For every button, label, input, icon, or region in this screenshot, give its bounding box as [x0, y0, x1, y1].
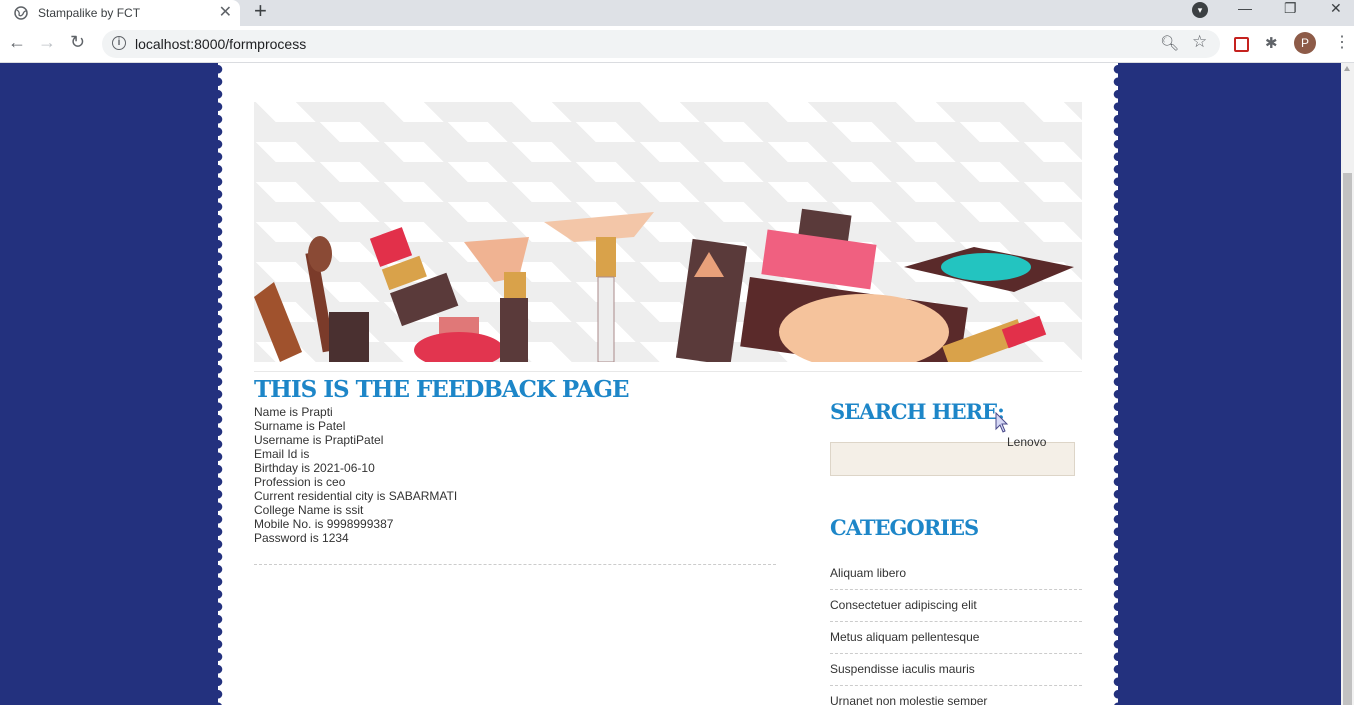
- scroll-up-arrow-icon[interactable]: [1344, 66, 1350, 71]
- mouse-cursor-icon: [995, 412, 1009, 433]
- address-bar[interactable]: i localhost:8000/formprocess 🔍︎ ☆: [102, 30, 1220, 58]
- new-tab-button[interactable]: +: [254, 0, 267, 24]
- banner-divider: [254, 371, 1082, 372]
- minimize-button[interactable]: —: [1238, 0, 1252, 16]
- tab-title: Stampalike by FCT: [38, 6, 141, 20]
- feedback-line: Current residential city is SABARMATI: [254, 489, 458, 503]
- category-link[interactable]: Urnanet non molestie semper: [830, 686, 1082, 705]
- feedback-details: Name is Prapti Surname is Patel Username…: [254, 405, 457, 545]
- forward-arrow-icon[interactable]: →: [38, 32, 56, 53]
- stamp-page-container: THIS IS THE FEEDBACK PAGE Name is Prapti…: [213, 63, 1123, 705]
- feedback-line: Birthday is 2021-06-10: [254, 461, 375, 475]
- puzzle-extensions-icon[interactable]: ✱: [1265, 34, 1278, 52]
- profile-avatar[interactable]: P: [1294, 32, 1316, 54]
- category-link[interactable]: Consectetuer adipiscing elit: [830, 590, 1082, 622]
- feedback-line: Mobile No. is 9998999387: [254, 517, 394, 531]
- info-icon[interactable]: i: [112, 36, 126, 50]
- bookmark-star-icon[interactable]: ☆: [1192, 32, 1207, 52]
- category-link[interactable]: Metus aliquam pellentesque: [830, 622, 1082, 654]
- zoom-icon[interactable]: 🔍︎: [1160, 34, 1179, 52]
- globe-icon: [14, 6, 28, 20]
- category-link[interactable]: Aliquam libero: [830, 558, 1082, 590]
- stamp-perforation-right: [1113, 63, 1123, 705]
- feedback-line: Password is 1234: [254, 531, 349, 545]
- category-link[interactable]: Suspendisse iaculis mauris: [830, 654, 1082, 686]
- page-title: THIS IS THE FEEDBACK PAGE: [254, 376, 630, 403]
- browser-toolbar: ← → ↻ i localhost:8000/formprocess 🔍︎ ☆ …: [0, 26, 1354, 63]
- content-divider: [254, 564, 776, 565]
- feedback-line: Username is PraptiPatel: [254, 433, 384, 447]
- extension-icon[interactable]: [1234, 37, 1249, 52]
- feedback-line: Profession is ceo: [254, 475, 346, 489]
- feedback-line: Email Id is: [254, 447, 310, 461]
- close-tab-icon[interactable]: ✕: [219, 2, 232, 22]
- scrollbar-thumb[interactable]: [1343, 173, 1352, 705]
- browser-tab[interactable]: Stampalike by FCT ✕: [0, 0, 240, 26]
- more-menu-icon[interactable]: ⋮: [1334, 32, 1350, 52]
- cosmetics-banner-image: [254, 102, 1082, 362]
- back-arrow-icon[interactable]: ←: [8, 32, 26, 53]
- search-heading: SEARCH HERE:: [830, 399, 1005, 424]
- autofill-tooltip: Lenovo: [1007, 435, 1047, 449]
- url-text[interactable]: localhost:8000/formprocess: [135, 36, 306, 52]
- reload-icon[interactable]: ↻: [70, 32, 85, 53]
- feedback-line: College Name is ssit: [254, 503, 364, 517]
- feedback-line: Surname is Patel: [254, 419, 346, 433]
- categories-heading: CATEGORIES: [830, 515, 979, 540]
- close-window-button[interactable]: ✕: [1330, 0, 1342, 17]
- categories-list: Aliquam libero Consectetuer adipiscing e…: [830, 558, 1082, 705]
- feedback-line: Name is Prapti: [254, 405, 333, 419]
- restore-button[interactable]: ❐: [1284, 0, 1297, 17]
- tab-search-icon[interactable]: ▾: [1192, 2, 1208, 18]
- stamp-perforation-left: [213, 63, 223, 705]
- page-scrollbar[interactable]: [1341, 63, 1354, 705]
- tab-bar: Stampalike by FCT ✕ + ▾ — ❐ ✕: [0, 0, 1354, 26]
